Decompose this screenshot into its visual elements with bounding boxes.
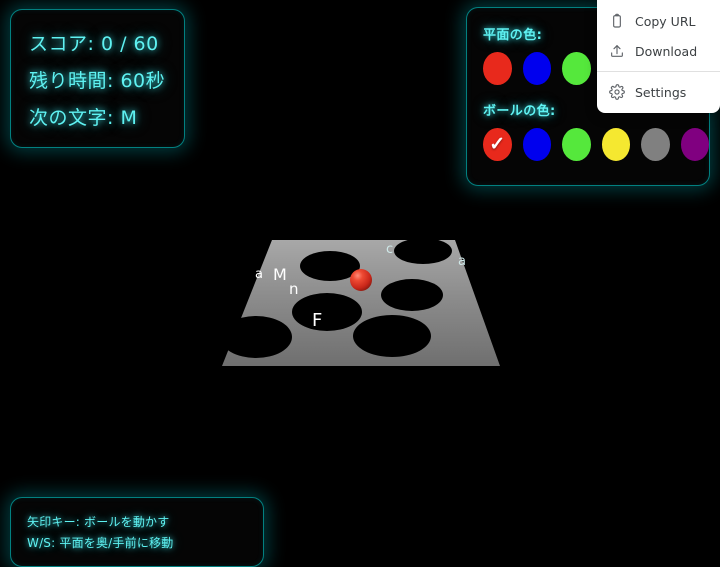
controls-line-arrows: 矢印キー: ボールを動かす	[27, 515, 170, 529]
gear-icon	[609, 84, 625, 100]
ball-color-swatch-purple[interactable]	[680, 128, 709, 161]
menu-divider	[597, 71, 720, 72]
game-ball	[350, 269, 372, 291]
hole	[292, 293, 362, 331]
ball-color-swatch-row: ✓	[483, 128, 709, 161]
next-letter-line: 次の文字: M	[29, 107, 138, 129]
game-plane	[222, 240, 500, 366]
hole	[394, 238, 452, 264]
score-line: スコア: 0 / 60	[29, 33, 159, 55]
menu-item-settings[interactable]: Settings	[597, 77, 720, 107]
plane-color-swatch-blue[interactable]	[522, 52, 551, 85]
menu-item-settings-label: Settings	[635, 84, 687, 100]
menu-item-download[interactable]: Download	[597, 36, 720, 66]
plane-letter-c: c	[386, 242, 393, 257]
clipboard-icon	[613, 13, 621, 28]
ball-color-swatch-gray[interactable]	[641, 128, 670, 161]
plane-color-swatch-green[interactable]	[562, 52, 591, 85]
letter-group: c a a M n F	[255, 242, 466, 331]
plane-letter-a-right: a	[458, 254, 466, 269]
context-menu: Copy URL Download Settings	[597, 0, 720, 113]
ball-color-swatch-red[interactable]: ✓	[483, 128, 512, 161]
plane-letter-M: M	[273, 265, 287, 284]
plane-letter-n: n	[289, 280, 299, 298]
hole	[220, 316, 292, 358]
menu-item-copy-url[interactable]: Copy URL	[597, 6, 720, 36]
ball-color-swatch-yellow[interactable]	[601, 128, 630, 161]
upload-icon	[611, 45, 623, 57]
time-left-line: 残り時間: 60秒	[29, 70, 166, 92]
selected-check-icon: ✓	[489, 134, 506, 155]
controls-help-panel: 矢印キー: ボールを動かす W/S: 平面を奥/手前に移動	[10, 497, 264, 567]
hole	[300, 251, 360, 281]
menu-item-copy-url-label: Copy URL	[635, 13, 696, 29]
plane-letter-F: F	[312, 310, 322, 331]
score-hud-panel: スコア: 0 / 60 残り時間: 60秒 次の文字: M	[10, 9, 185, 148]
plane-color-swatch-red[interactable]	[483, 52, 512, 85]
plane-letter-a-left: a	[255, 267, 263, 282]
menu-item-download-label: Download	[635, 43, 698, 59]
controls-line-ws: W/S: 平面を奥/手前に移動	[27, 536, 174, 550]
hole	[353, 315, 431, 357]
ball-color-swatch-green[interactable]	[562, 128, 591, 161]
hole	[381, 279, 443, 311]
hole-group	[220, 238, 452, 358]
ball-color-swatch-blue[interactable]	[522, 128, 551, 161]
